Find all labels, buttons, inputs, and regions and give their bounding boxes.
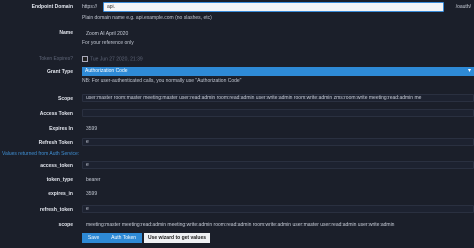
returned-scope-row: scope meeting:master meeting:read:admin …	[0, 220, 474, 230]
grant-type-select[interactable]: Authorization Code ▾	[82, 67, 474, 76]
expires-in-value[interactable]: 3599	[86, 126, 97, 132]
token-expires-row: Token Expires? Tue Jun 27 2020, 21:39	[0, 55, 474, 64]
name-label: Name	[59, 30, 73, 36]
name-row: Name Zoom AI April 2020 For your referen…	[0, 29, 474, 49]
endpoint-input[interactable]: api.	[103, 2, 444, 12]
grant-type-note: NB: For user-authenticated calls, you no…	[82, 78, 242, 84]
endpoint-suffix: /oauth/	[455, 4, 471, 10]
scope-input[interactable]: user:master room:master meeting:master u…	[82, 94, 474, 102]
returned-refresh-token-input[interactable]: e	[82, 205, 474, 213]
grant-type-label: Grant Type	[46, 69, 73, 75]
grant-type-value: Authorization Code	[85, 68, 128, 74]
token-type-label: token_type	[46, 177, 73, 183]
returned-access-token-input[interactable]: e	[82, 161, 474, 169]
returned-expires-in-row: expires_in 3599	[0, 189, 474, 199]
access-token-label: Access Token	[39, 111, 73, 117]
returned-refresh-token-label: refresh_token	[39, 207, 73, 213]
scope-row: Scope user:master room:master meeting:ma…	[0, 94, 474, 104]
checkbox-icon[interactable]	[82, 56, 88, 62]
save-button[interactable]: Save Auth Token	[82, 233, 142, 243]
auth-section-row: Values returned from Auth Service:	[0, 151, 474, 159]
returned-refresh-token-row: refresh_token e	[0, 205, 474, 215]
save-label: Save	[87, 235, 100, 241]
endpoint-row: Endpoint Domain https:// api. /oauth/ Pl…	[0, 2, 474, 22]
use-wizard-button[interactable]: Use wizard to get values	[144, 233, 210, 243]
name-hint: For your reference only	[82, 40, 134, 46]
returned-scope-label: scope	[58, 222, 73, 228]
refresh-token-label: Refresh Token	[38, 140, 73, 146]
access-token-row: Access Token	[0, 109, 474, 119]
token-expires-label: Token Expires?	[38, 56, 73, 62]
endpoint-hint: Plain domain name e.g. api.example.com (…	[82, 15, 212, 21]
endpoint-prefix: https://	[82, 4, 98, 10]
scope-label: Scope	[57, 96, 73, 102]
returned-access-token-label: access_token	[40, 163, 73, 169]
name-input[interactable]: Zoom AI April 2020	[86, 31, 128, 37]
refresh-token-row: Refresh Token e	[0, 138, 474, 148]
endpoint-label: Endpoint Domain	[31, 4, 73, 10]
auth-section-heading: Values returned from Auth Service:	[2, 151, 80, 157]
token-expires-value: Tue Jun 27 2020, 21:39	[82, 56, 143, 62]
returned-expires-in-value[interactable]: 3599	[86, 191, 97, 197]
token-type-row: token_type bearer	[0, 175, 474, 185]
expires-in-row: Expires In 3599	[0, 124, 474, 134]
returned-access-token-row: access_token e	[0, 161, 474, 171]
token-type-value[interactable]: bearer	[86, 177, 100, 183]
access-token-input[interactable]	[82, 109, 474, 117]
returned-expires-in-label: expires_in	[48, 191, 73, 197]
returned-scope-value[interactable]: meeting:master meeting:read:admin meetin…	[86, 222, 394, 228]
auth-token-label: Auth Token	[111, 235, 137, 241]
refresh-token-input[interactable]: e	[82, 138, 474, 146]
grant-type-row: Grant Type Authorization Code ▾ NB: For …	[0, 67, 474, 87]
expires-in-label: Expires In	[49, 126, 73, 132]
token-expires-text: Tue Jun 27 2020, 21:39	[90, 56, 143, 63]
chevron-down-icon: ▾	[467, 68, 471, 74]
